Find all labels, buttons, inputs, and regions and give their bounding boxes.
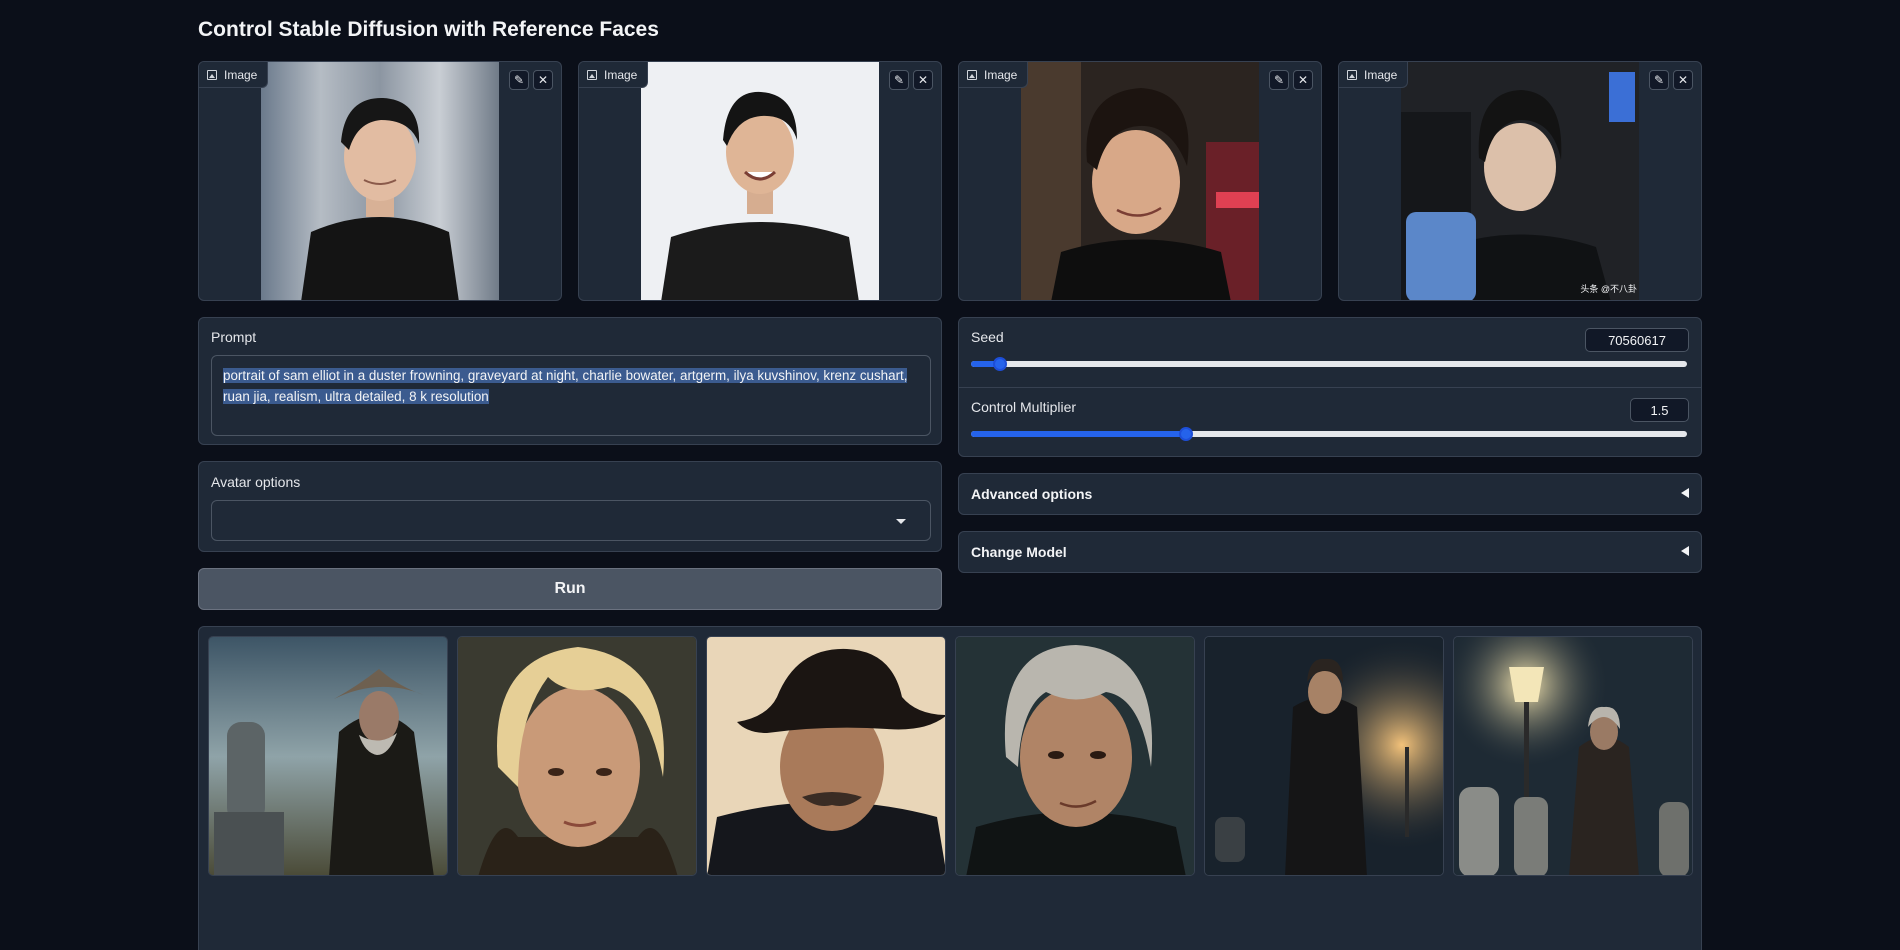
pencil-icon: ✎ — [893, 73, 905, 87]
gallery-image-4[interactable] — [955, 636, 1195, 876]
control-multiplier-slider-thumb[interactable] — [1178, 427, 1193, 441]
advanced-options-accordion[interactable]: Advanced options — [958, 473, 1702, 515]
edit-image-button[interactable]: ✎ — [509, 70, 529, 90]
image-icon — [207, 69, 217, 80]
close-icon: ✕ — [1297, 73, 1309, 87]
run-button[interactable]: Run — [198, 568, 942, 610]
close-icon: ✕ — [917, 73, 929, 87]
watermark: 头条 @不八卦 — [1580, 284, 1637, 294]
image-label: Image — [579, 62, 649, 88]
control-multiplier-input[interactable]: 1.5 — [1630, 398, 1689, 422]
prompt-panel: Prompt portrait of sam elliot in a duste… — [198, 317, 942, 445]
reference-image-4[interactable]: Image ✎ ✕ 头条 @不八卦 — [1338, 61, 1702, 301]
output-gallery — [198, 626, 1702, 950]
prompt-label: Prompt — [211, 329, 257, 345]
seed-slider-thumb[interactable] — [992, 357, 1007, 371]
image-icon — [1347, 69, 1357, 80]
caret-left-icon — [1681, 488, 1689, 498]
image-icon — [587, 69, 597, 80]
close-icon: ✕ — [537, 73, 549, 87]
avatar-options-label: Avatar options — [211, 474, 301, 490]
pencil-icon: ✎ — [1653, 73, 1665, 87]
reference-photo — [261, 62, 499, 300]
image-label: Image — [199, 62, 269, 88]
gallery-image-3[interactable] — [706, 636, 946, 876]
close-icon: ✕ — [1677, 73, 1689, 87]
avatar-options-panel: Avatar options — [198, 461, 942, 552]
change-model-label: Change Model — [971, 544, 1067, 560]
image-label: Image — [959, 62, 1029, 88]
gallery-image-1[interactable] — [208, 636, 448, 876]
gallery-image-5[interactable] — [1204, 636, 1444, 876]
seed-label: Seed — [971, 329, 1004, 345]
edit-image-button[interactable]: ✎ — [1649, 70, 1669, 90]
change-model-accordion[interactable]: Change Model — [958, 531, 1702, 573]
clear-image-button[interactable]: ✕ — [533, 70, 553, 90]
reference-photo — [641, 62, 879, 300]
gallery-image-2[interactable] — [457, 636, 697, 876]
divider — [959, 387, 1701, 388]
advanced-options-label: Advanced options — [971, 486, 1093, 502]
clear-image-button[interactable]: ✕ — [913, 70, 933, 90]
pencil-icon: ✎ — [1273, 73, 1285, 87]
control-multiplier-slider-fill — [971, 431, 1186, 437]
image-icon — [967, 69, 977, 80]
reference-image-2[interactable]: Image ✎ ✕ — [578, 61, 942, 301]
pencil-icon: ✎ — [513, 73, 525, 87]
image-label: Image — [1339, 62, 1409, 88]
reference-image-1[interactable]: Image ✎ ✕ — [198, 61, 562, 301]
clear-image-button[interactable]: ✕ — [1673, 70, 1693, 90]
caret-left-icon — [1681, 546, 1689, 556]
edit-image-button[interactable]: ✎ — [889, 70, 909, 90]
chevron-down-icon — [896, 519, 906, 524]
edit-image-button[interactable]: ✎ — [1269, 70, 1289, 90]
reference-image-3[interactable]: Image ✎ ✕ — [958, 61, 1322, 301]
sliders-panel: Seed 70560617 Control Multiplier 1.5 — [958, 317, 1702, 457]
seed-input[interactable]: 70560617 — [1585, 328, 1689, 352]
reference-photo — [1401, 62, 1639, 300]
seed-slider[interactable] — [971, 357, 1687, 371]
page-title: Control Stable Diffusion with Reference … — [198, 18, 659, 41]
control-multiplier-slider[interactable] — [971, 427, 1687, 441]
prompt-textarea[interactable]: portrait of sam elliot in a duster frown… — [211, 355, 931, 436]
avatar-options-dropdown[interactable] — [211, 500, 931, 541]
control-multiplier-label: Control Multiplier — [971, 399, 1077, 415]
gallery-image-6[interactable] — [1453, 636, 1693, 876]
reference-photo — [1021, 62, 1259, 300]
clear-image-button[interactable]: ✕ — [1293, 70, 1313, 90]
